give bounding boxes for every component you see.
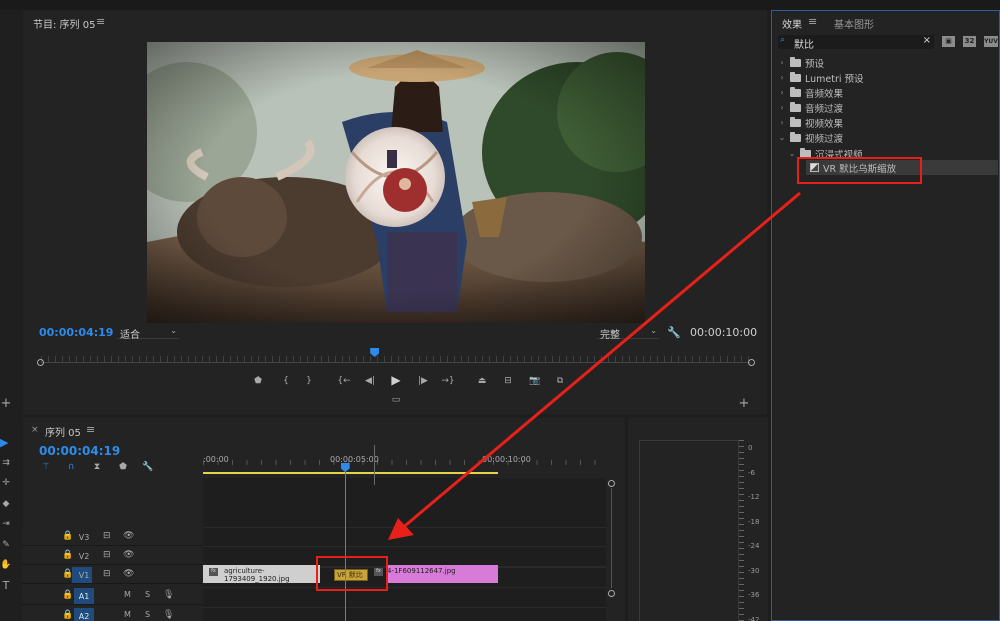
annotation-arrow xyxy=(388,191,801,540)
